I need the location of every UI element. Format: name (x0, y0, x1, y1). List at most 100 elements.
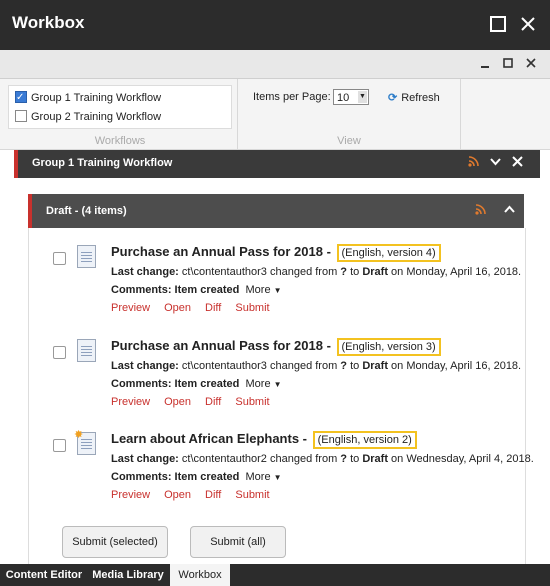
caret-down-icon: ▼ (273, 286, 282, 295)
items-per-page-select[interactable]: 10 ▼ (333, 89, 369, 105)
item-actions: Preview Open Diff Submit (111, 396, 284, 408)
preview-link[interactable]: Preview (111, 302, 150, 314)
chevron-up-icon[interactable] (502, 204, 516, 218)
tab-workbox[interactable]: Workbox (170, 564, 230, 586)
close-workflow-icon[interactable] (510, 156, 524, 170)
refresh-icon: ⟳ (388, 92, 398, 104)
restore-icon[interactable] (499, 54, 517, 72)
last-change-text: ct\contentauthor3 changed from (178, 266, 341, 278)
rss-icon[interactable] (473, 204, 487, 218)
rss-icon[interactable] (466, 156, 480, 170)
diff-link[interactable]: Diff (205, 489, 221, 501)
workflows-group: Group 1 Training Workflow Group 2 Traini… (8, 85, 232, 147)
item-version: (English, version 3) (336, 338, 441, 356)
document-icon (77, 339, 96, 362)
more-dropdown[interactable]: More (246, 284, 271, 296)
item-actions: Preview Open Diff Submit (111, 489, 284, 501)
last-change-text: ct\contentauthor3 changed from (178, 360, 341, 372)
open-link[interactable]: Open (164, 489, 191, 501)
refresh-label: Refresh (401, 92, 440, 104)
close-icon[interactable] (516, 12, 540, 36)
workflow-header: Group 1 Training Workflow (14, 150, 540, 178)
minimize-icon[interactable] (476, 54, 494, 72)
comments-label: Comments: Item created (111, 378, 240, 390)
preview-link[interactable]: Preview (111, 396, 150, 408)
tab-media-library[interactable]: Media Library (88, 564, 168, 586)
chevron-down-icon[interactable] (488, 156, 502, 170)
to-state: Draft (362, 453, 388, 465)
list-item: Purchase an Annual Pass for 2018 - (Engl… (29, 336, 525, 416)
view-group-label: View (337, 135, 361, 147)
workflow-option-group1[interactable]: Group 1 Training Workflow (15, 89, 161, 107)
caret-down-icon: ▼ (273, 473, 282, 482)
item-checkbox[interactable] (53, 439, 66, 452)
item-actions: Preview Open Diff Submit (111, 302, 284, 314)
item-checkbox[interactable] (53, 346, 66, 359)
document-icon (77, 245, 96, 268)
last-change-text: ct\contentauthor2 changed from (178, 453, 341, 465)
refresh-button[interactable]: ⟳ Refresh (388, 91, 440, 104)
panel-controls-bar (0, 50, 550, 79)
item-title-text: Purchase an Annual Pass for 2018 (111, 338, 323, 353)
workflow-option-label: Group 1 Training Workflow (31, 92, 162, 104)
comments: Comments: Item created More ▼ (111, 471, 282, 483)
checkbox-checked[interactable] (15, 89, 27, 107)
last-change-label: Last change: (111, 453, 179, 465)
maximize-icon[interactable] (486, 12, 510, 36)
preview-link[interactable]: Preview (111, 489, 150, 501)
last-change-label: Last change: (111, 360, 179, 372)
item-title[interactable]: Purchase an Annual Pass for 2018 - (Engl… (111, 244, 441, 262)
window-titlebar: Workbox (0, 0, 550, 50)
to-state: Draft (362, 360, 388, 372)
close-panel-icon[interactable] (522, 54, 540, 72)
submit-link[interactable]: Submit (235, 489, 269, 501)
workflow-option-group2[interactable]: Group 2 Training Workflow (15, 108, 161, 126)
item-title[interactable]: Learn about African Elephants - (English… (111, 431, 417, 449)
title-dash: - (322, 244, 335, 259)
dropdown-arrow-icon: ▼ (358, 91, 367, 103)
change-date: on Monday, April 16, 2018. (388, 266, 522, 278)
checkbox-unchecked[interactable] (15, 110, 27, 123)
more-dropdown[interactable]: More (246, 471, 271, 483)
view-group: Items per Page: 10 ▼ ⟳ Refresh View (243, 85, 455, 147)
tab-content-editor[interactable]: Content Editor (0, 564, 88, 586)
open-link[interactable]: Open (164, 302, 191, 314)
caret-down-icon: ▼ (273, 380, 282, 389)
list-item: Purchase an Annual Pass for 2018 - (Engl… (29, 242, 525, 322)
items-per-page-value: 10 (337, 92, 350, 104)
last-change: Last change: ct\contentauthor2 changed f… (111, 453, 534, 465)
comments: Comments: Item created More ▼ (111, 378, 282, 390)
item-title-text: Purchase an Annual Pass for 2018 (111, 244, 323, 259)
item-version: (English, version 4) (336, 244, 441, 262)
star-icon: ✸ (74, 429, 84, 441)
state-title: Draft - (4 items) (46, 205, 127, 217)
more-dropdown[interactable]: More (246, 378, 271, 390)
document-new-icon: ✸ (74, 429, 96, 455)
diff-link[interactable]: Diff (205, 396, 221, 408)
to-text: to (347, 453, 363, 465)
ribbon-divider (460, 79, 461, 149)
workflow-title: Group 1 Training Workflow (32, 157, 173, 169)
item-checkbox[interactable] (53, 252, 66, 265)
submit-link[interactable]: Submit (235, 302, 269, 314)
submit-selected-button[interactable]: Submit (selected) (62, 526, 168, 558)
last-change-label: Last change: (111, 266, 179, 278)
last-change: Last change: ct\contentauthor3 changed f… (111, 360, 521, 372)
workflows-group-label: Workflows (94, 135, 146, 147)
ribbon: Group 1 Training Workflow Group 2 Traini… (0, 79, 550, 150)
diff-link[interactable]: Diff (205, 302, 221, 314)
state-items: Purchase an Annual Pass for 2018 - (Engl… (28, 228, 534, 564)
ribbon-divider (237, 79, 238, 149)
submit-all-button[interactable]: Submit (all) (190, 526, 286, 558)
items-per-page-label: Items per Page: (253, 91, 331, 103)
change-date: on Wednesday, April 4, 2018. (388, 453, 534, 465)
taskbar: Content Editor Media Library Workbox (0, 564, 550, 586)
change-date: on Monday, April 16, 2018. (388, 360, 522, 372)
comments: Comments: Item created More ▼ (111, 284, 282, 296)
submit-link[interactable]: Submit (235, 396, 269, 408)
open-link[interactable]: Open (164, 396, 191, 408)
window-title: Workbox (12, 13, 85, 32)
workflow-option-label: Group 2 Training Workflow (31, 111, 162, 123)
workbox-content: Group 1 Training Workflow Draft - (4 ite… (0, 150, 550, 564)
item-title[interactable]: Purchase an Annual Pass for 2018 - (Engl… (111, 338, 441, 356)
